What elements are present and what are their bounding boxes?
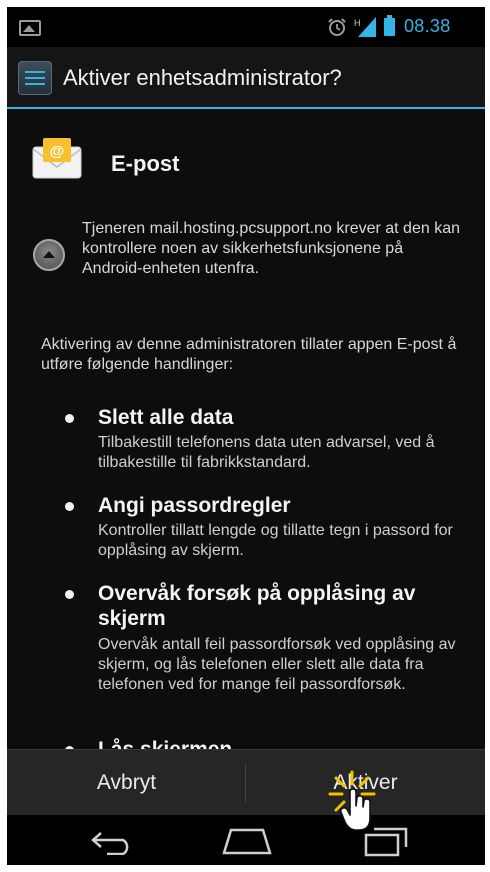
navigation-bar <box>7 815 485 865</box>
policy-title: Overvåk forsøk på opplåsing av skjerm <box>98 582 416 630</box>
server-request-text: Tjeneren mail.hosting.pcsupport.no kreve… <box>82 220 460 277</box>
clock-time: 08.38 <box>404 16 451 36</box>
email-icon: @ <box>32 138 82 179</box>
dialog-button-bar: Avbryt Aktiver <box>7 749 485 815</box>
app-name: E-post <box>111 151 180 176</box>
phone-screen: H 08.38 Aktiver enhetsadministrator? @ E… <box>7 7 485 865</box>
back-icon[interactable] <box>87 827 137 855</box>
cancel-button[interactable]: Avbryt <box>7 750 246 816</box>
bullet-icon <box>65 502 74 511</box>
policy-description: Overvåk antall feil passordforsøk ved op… <box>98 636 456 693</box>
signal-icon: H <box>354 17 376 37</box>
gallery-icon <box>19 20 41 36</box>
bullet-icon <box>65 590 74 599</box>
collapse-arrow-icon[interactable] <box>33 239 65 271</box>
admin-details-content[interactable]: @ E-post Tjeneren mail.hosting.pcsupport… <box>7 109 485 749</box>
network-type-label: H <box>354 18 361 28</box>
battery-icon <box>384 15 395 36</box>
policy-description: Tilbakestill telefonens data uten advars… <box>98 434 435 471</box>
hand-cursor-icon <box>340 788 371 831</box>
policy-title: Slett alle data <box>98 406 234 429</box>
home-icon[interactable] <box>221 827 273 855</box>
alarm-icon <box>328 18 346 36</box>
status-bar: H 08.38 <box>7 7 485 47</box>
bullet-icon <box>65 414 74 423</box>
dialog-title-bar: Aktiver enhetsadministrator? <box>7 47 485 109</box>
policy-title: Lås skjermen <box>98 737 468 749</box>
policy-title: Angi passordregler <box>98 494 291 517</box>
permissions-intro-text: Aktivering av denne administratoren till… <box>41 336 457 373</box>
policy-description: Kontroller tillatt lengde og tillatte te… <box>98 522 453 559</box>
page-title: Aktiver enhetsadministrator? <box>63 65 342 90</box>
device-admin-icon <box>18 61 52 95</box>
svg-text:@: @ <box>50 143 65 160</box>
